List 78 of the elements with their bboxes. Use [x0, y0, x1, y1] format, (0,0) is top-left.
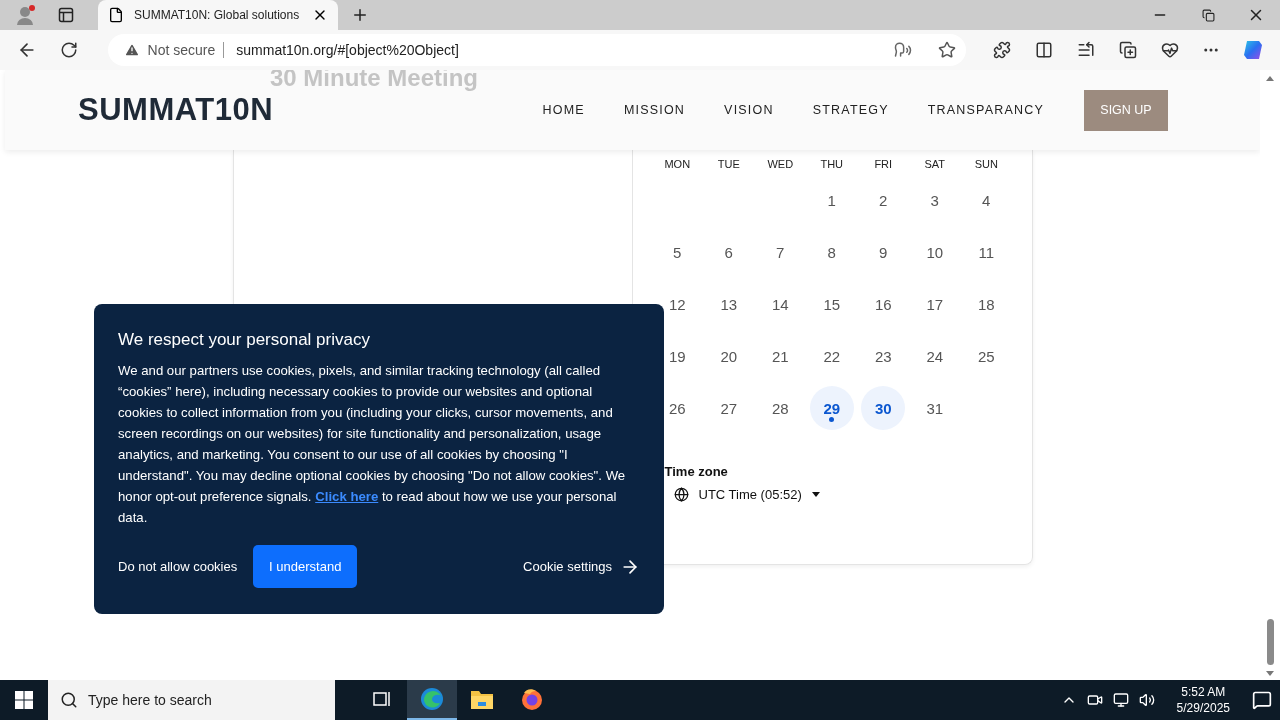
calendar-day[interactable]: 5 [655, 230, 700, 274]
edge-icon [420, 687, 444, 711]
nav-link[interactable]: VISION [724, 103, 774, 117]
scroll-thumb[interactable] [1266, 619, 1274, 665]
site-logo[interactable]: SUMMAT10N [78, 92, 274, 128]
browser-tab[interactable]: SUMMAT10N: Global solutions [98, 0, 338, 30]
calendar-day[interactable]: 6 [706, 230, 751, 274]
calendar-day[interactable]: 3 [912, 178, 957, 222]
security-label: Not secure [147, 42, 216, 58]
calendar-day[interactable]: 22 [809, 334, 854, 378]
calendar-day[interactable]: 15 [809, 282, 854, 326]
page-icon [108, 7, 124, 23]
calendar-day[interactable]: 8 [809, 230, 854, 274]
address-bar[interactable]: Not secure summat10n.org/#[object%20Object] [107, 34, 966, 66]
firefox-icon [520, 687, 544, 711]
weekday-label: SAT [923, 157, 947, 172]
calendar-day[interactable]: 31 [912, 386, 957, 430]
nav-link[interactable]: HOME [542, 103, 585, 117]
decline-button[interactable]: Do not allow cookies [118, 559, 238, 574]
calendar-day[interactable]: 29 [809, 386, 854, 430]
warning-icon [123, 42, 140, 58]
calendar-day[interactable]: 19 [655, 334, 700, 378]
folder-icon [470, 688, 494, 710]
nav-link[interactable]: STRATEGY [812, 103, 889, 117]
tab-title: SUMMAT10N: Global solutions [134, 8, 301, 22]
calendar-day[interactable]: 25 [964, 334, 1009, 378]
calendar-day[interactable]: 9 [861, 230, 906, 274]
weekday-label: WED [766, 157, 795, 172]
privacy-link[interactable]: Click here [315, 489, 379, 504]
task-view-icon [372, 690, 392, 708]
calendar-day[interactable]: 10 [912, 230, 957, 274]
banner-title: We respect your personal privacy [118, 330, 371, 350]
url-text: summat10n.org/#[object%20Object] [223, 42, 886, 58]
taskbar-app[interactable] [407, 680, 457, 720]
camera-icon[interactable] [1086, 692, 1103, 708]
calendar-day[interactable]: 13 [706, 282, 751, 326]
calendar-day[interactable]: 11 [964, 230, 1009, 274]
accept-button[interactable]: I understand [253, 545, 358, 588]
calendar-day[interactable]: 20 [706, 334, 751, 378]
nav-link[interactable]: TRANSPARANCY [927, 103, 1044, 117]
caret-icon [811, 492, 820, 497]
banner-text: We and our partners use cookies, pixels, and similar tracking technology (all called “cookies” here), including necessary cookies to provide our websites and optional cookies to collect information from you (including your clicks, cursor movements, and screen recordings on our websites) for site functionality and personalization, usage analytics, and marketing. You consent to our use of all cookies by choosing "I understand". You may decline optional cookies by choosing "Do not allow cookies". We honor opt-out preference signals. Click here to read about how we use your personal data. [118, 362, 627, 527]
calendar-day[interactable]: 28 [758, 386, 803, 430]
calendar-day[interactable]: 18 [964, 282, 1009, 326]
calendar-day[interactable]: 17 [912, 282, 957, 326]
calendar-day[interactable]: 24 [912, 334, 957, 378]
calendar-day[interactable]: 27 [706, 386, 751, 430]
nav-link[interactable]: MISSION [623, 103, 686, 117]
calendar-day[interactable]: 1 [809, 178, 854, 222]
calendar-day[interactable]: 2 [861, 178, 906, 222]
read-aloud-icon[interactable] [893, 41, 912, 59]
calendar-day[interactable]: 7 [758, 230, 803, 274]
calendar-day[interactable]: 23 [861, 334, 906, 378]
weekday-label: MON [663, 157, 692, 172]
windows-icon [15, 691, 33, 709]
globe-icon [673, 487, 689, 502]
cookie-settings-button[interactable]: Cookie settings [523, 556, 640, 577]
calendar-day[interactable]: 12 [655, 282, 700, 326]
time-zone-label: Time zone [663, 464, 729, 479]
favorite-icon[interactable] [937, 41, 956, 59]
calendar-day[interactable]: 4 [964, 178, 1009, 222]
calendar-day[interactable]: 14 [758, 282, 803, 326]
calendar-day[interactable]: 16 [861, 282, 906, 326]
network-icon[interactable] [1112, 692, 1129, 708]
time-zone-select[interactable]: UTC Time (05:52) [673, 487, 820, 502]
clock[interactable]: 5:52 AM 5/29/2025 [1176, 684, 1230, 716]
search-icon [60, 691, 78, 709]
weekday-label: SUN [973, 157, 999, 172]
calendar-day[interactable]: 26 [655, 386, 700, 430]
weekday-label: TUE [716, 157, 741, 172]
notifications-icon[interactable] [1252, 690, 1272, 710]
weekday-label: FRI [873, 157, 894, 172]
calendar-day[interactable]: 30 [861, 386, 906, 430]
taskbar-search-field[interactable]: Type here to search [48, 680, 335, 720]
volume-icon[interactable] [1138, 692, 1155, 708]
weekday-label: THU [819, 157, 845, 172]
calendar-day[interactable]: 21 [758, 334, 803, 378]
today-dot [829, 417, 835, 422]
